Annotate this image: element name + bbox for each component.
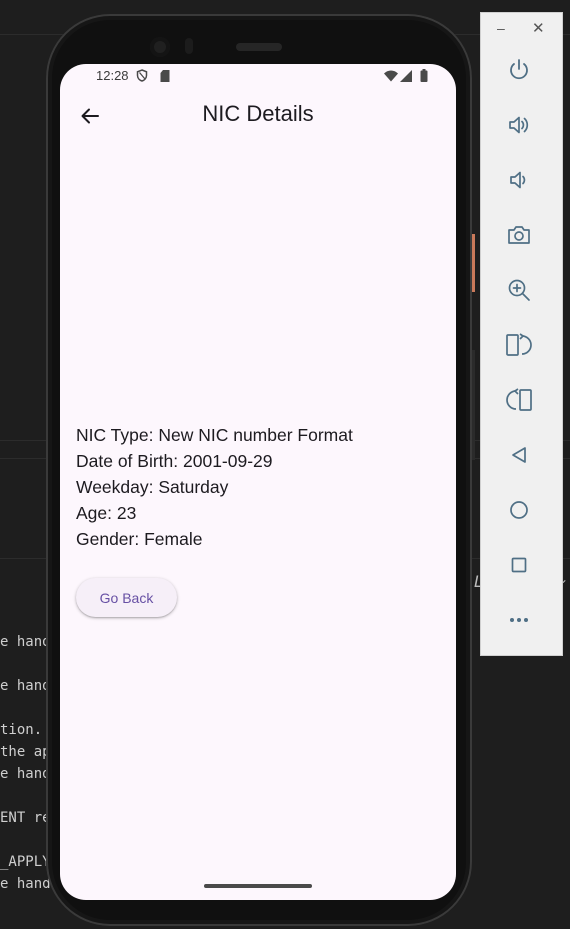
nic-type-text: NIC Type: New NIC number Format	[76, 425, 353, 445]
phone-screen: 12:28 NIC Details NIC Type: New NIC numb…	[60, 64, 456, 900]
power-icon	[506, 57, 532, 88]
date-of-birth-text: Date of Birth: 2001-09-29	[76, 451, 273, 471]
battery-icon	[420, 69, 428, 87]
home-icon	[507, 498, 531, 527]
code-line: e hand	[0, 766, 51, 782]
emulator-toolbar: – ✕	[481, 13, 562, 655]
nav-home-button[interactable]	[503, 496, 535, 528]
toolbar-titlebar: – ✕	[481, 13, 562, 47]
zoom-in-icon	[506, 277, 532, 308]
overview-icon	[507, 553, 531, 582]
code-line: tion.	[0, 722, 43, 738]
signal-icon	[400, 69, 412, 87]
status-time: 12:28	[96, 68, 129, 83]
age-text: Age: 23	[76, 503, 137, 523]
more-button[interactable]	[503, 606, 535, 638]
back-button[interactable]	[74, 100, 106, 132]
go-back-button[interactable]: Go Back	[76, 578, 177, 617]
zoom-button[interactable]	[503, 276, 535, 308]
code-line: ENT re	[0, 810, 51, 826]
shield-icon	[136, 69, 148, 87]
code-line: e hand	[0, 876, 51, 892]
power-button[interactable]	[503, 56, 535, 88]
code-line: the ap	[0, 744, 51, 760]
more-icon	[507, 608, 531, 637]
desktop: e hand e hand tion. the ap e hand ENT re…	[0, 0, 570, 929]
code-line: e hand	[0, 634, 51, 650]
arrow-left-icon	[74, 108, 106, 136]
weekday-text: Weekday: Saturday	[76, 477, 229, 497]
volume-down-button[interactable]	[503, 166, 535, 198]
gender-text: Gender: Female	[76, 529, 203, 549]
rotate-left-button[interactable]	[503, 331, 535, 363]
camera-icon	[506, 222, 532, 253]
status-bar: 12:28	[60, 64, 456, 88]
front-camera	[150, 37, 170, 57]
volume-up-icon	[506, 112, 532, 143]
sensor	[185, 38, 193, 54]
rotate-left-icon	[505, 332, 533, 363]
earpiece-speaker	[236, 43, 282, 51]
gesture-home-bar[interactable]	[204, 884, 312, 888]
screenshot-button[interactable]	[503, 221, 535, 253]
volume-down-icon	[506, 167, 532, 198]
app-bar: NIC Details	[60, 92, 456, 140]
volume-up-button[interactable]	[503, 111, 535, 143]
page-title: NIC Details	[202, 101, 314, 126]
sd-card-icon	[160, 69, 170, 87]
nic-details: NIC Type: New NIC number Format Date of …	[76, 422, 353, 552]
wifi-icon	[384, 69, 398, 87]
code-line: e hand	[0, 678, 51, 694]
nav-overview-button[interactable]	[503, 551, 535, 583]
code-line: _APPLY	[0, 854, 51, 870]
rotate-right-icon	[505, 387, 533, 418]
close-button[interactable]: ✕	[532, 19, 545, 37]
minimize-button[interactable]: –	[497, 20, 505, 36]
nav-back-button[interactable]	[503, 441, 535, 473]
rotate-right-button[interactable]	[503, 386, 535, 418]
back-icon	[507, 443, 531, 472]
